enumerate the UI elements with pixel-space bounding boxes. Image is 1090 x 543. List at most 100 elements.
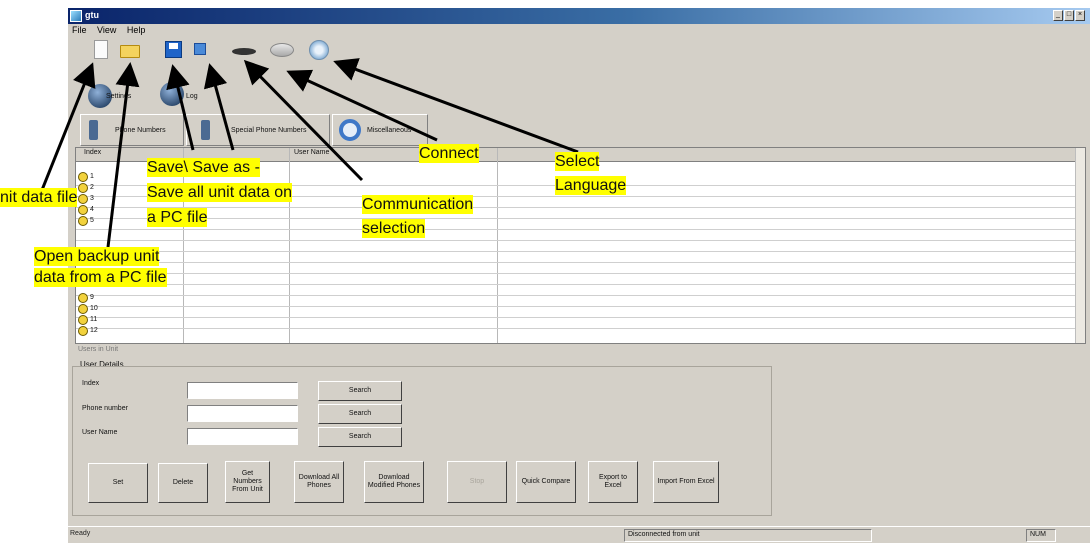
- row-index[interactable]: 1: [90, 173, 94, 180]
- grid-footer-label: Users in Unit: [78, 346, 119, 353]
- import-from-excel-button[interactable]: Import From Excel: [653, 461, 719, 503]
- menu-view[interactable]: View: [93, 24, 120, 36]
- annotation-comm-line-1: Communication: [362, 195, 474, 214]
- row-index[interactable]: 4: [90, 206, 94, 213]
- menu-help[interactable]: Help: [123, 24, 150, 36]
- annotation-language-line-2: Language: [555, 176, 627, 195]
- search-phone-button[interactable]: Search: [318, 404, 402, 424]
- column-divider: [289, 148, 290, 343]
- export-to-excel-button[interactable]: Export to Excel: [588, 461, 638, 503]
- minimize-icon[interactable]: _: [1053, 10, 1063, 21]
- maximize-icon[interactable]: □: [1064, 10, 1074, 21]
- log-label[interactable]: Log: [186, 93, 198, 100]
- row-divider: [76, 229, 1085, 230]
- annotation-open-line-1: Open backup unit: [34, 247, 160, 266]
- column-divider: [183, 148, 184, 343]
- phone-number-input[interactable]: [187, 405, 298, 422]
- get-numbers-from-unit-button[interactable]: Get Numbers From Unit: [225, 461, 270, 503]
- row-index[interactable]: 11: [90, 316, 97, 323]
- index-input[interactable]: [187, 382, 298, 399]
- status-connection: Disconnected from unit: [624, 529, 872, 542]
- row-divider: [76, 218, 1085, 219]
- download-all-phones-button[interactable]: Download All Phones: [294, 461, 344, 503]
- tab-label: Miscellaneous: [367, 127, 412, 134]
- new-file-button[interactable]: [88, 37, 114, 63]
- row-divider: [76, 251, 1085, 252]
- set-button[interactable]: Set: [88, 463, 148, 503]
- save-all-button[interactable]: [188, 37, 214, 63]
- gear-icon: [339, 119, 361, 141]
- annotation-save-line-1: Save\ Save as -: [147, 158, 260, 177]
- save-all-icon: [194, 43, 206, 55]
- phone-icon: [201, 120, 210, 140]
- log-icon[interactable]: [160, 82, 184, 106]
- annotation-open-line-2: data from a PC file: [34, 268, 167, 287]
- folder-open-icon: [120, 45, 140, 58]
- communication-icon: [232, 48, 256, 55]
- phone-icon: [89, 120, 98, 140]
- window-title: gtu: [85, 10, 99, 20]
- row-index[interactable]: 9: [90, 294, 94, 301]
- user-icon: [78, 326, 88, 336]
- delete-button[interactable]: Delete: [158, 463, 208, 503]
- user-icon: [78, 172, 88, 182]
- user-name-input[interactable]: [187, 428, 298, 445]
- status-num: NUM: [1026, 529, 1056, 542]
- tab-label: Special Phone Numbers: [231, 127, 307, 134]
- column-header-index[interactable]: Index: [84, 149, 101, 156]
- row-divider: [76, 273, 1085, 274]
- column-divider: [497, 148, 498, 343]
- search-name-button[interactable]: Search: [318, 427, 402, 447]
- user-icon: [78, 205, 88, 215]
- save-button[interactable]: [160, 37, 186, 63]
- grid-vertical-scrollbar[interactable]: [1075, 148, 1085, 343]
- communication-select-button[interactable]: [230, 37, 256, 63]
- user-icon: [78, 315, 88, 325]
- row-index[interactable]: 3: [90, 195, 94, 202]
- user-name-label: User Name: [82, 429, 118, 436]
- annotation-new-file: nit data file: [0, 188, 78, 207]
- row-divider: [76, 328, 1085, 329]
- close-icon[interactable]: ×: [1075, 10, 1085, 21]
- row-divider: [76, 295, 1085, 296]
- tab-special-phone-numbers[interactable]: Special Phone Numbers: [186, 114, 330, 146]
- annotation-save-line-3: a PC file: [147, 208, 208, 227]
- globe-icon: [309, 40, 329, 60]
- new-file-icon: [94, 40, 108, 59]
- row-index[interactable]: 10: [90, 305, 98, 312]
- connect-button[interactable]: [268, 37, 294, 63]
- menu-file[interactable]: File: [68, 24, 91, 36]
- status-bar: Ready Disconnected from unit NUM: [68, 526, 1090, 543]
- column-header-user-name[interactable]: User Name: [294, 149, 329, 156]
- tab-label: Phone Numbers: [115, 127, 166, 134]
- menu-bar: File View Help: [68, 24, 1090, 38]
- row-index[interactable]: 5: [90, 217, 94, 224]
- connect-icon: [270, 43, 294, 57]
- app-icon: [70, 10, 82, 22]
- tab-phone-numbers[interactable]: Phone Numbers: [80, 114, 184, 146]
- row-index[interactable]: 2: [90, 184, 94, 191]
- annotation-language-line-1: Select: [555, 152, 600, 171]
- user-icon: [78, 293, 88, 303]
- floppy-disk-icon: [165, 41, 182, 58]
- language-button[interactable]: [305, 37, 331, 63]
- title-bar[interactable]: gtu _ □ ×: [68, 8, 1090, 24]
- row-index[interactable]: 12: [90, 327, 98, 334]
- index-label: Index: [82, 380, 100, 387]
- user-icon: [78, 194, 88, 204]
- row-divider: [76, 240, 1085, 241]
- quick-compare-button[interactable]: Quick Compare: [516, 461, 576, 503]
- annotation-comm-line-2: selection: [362, 219, 426, 238]
- download-modified-phones-button[interactable]: Download Modified Phones: [364, 461, 424, 503]
- annotation-save-line-2: Save all unit data on: [147, 183, 292, 202]
- status-ready: Ready: [70, 530, 91, 537]
- tab-miscellaneous[interactable]: Miscellaneous: [332, 114, 428, 146]
- row-divider: [76, 306, 1085, 307]
- search-index-button[interactable]: Search: [318, 381, 402, 401]
- phone-number-label: Phone number: [82, 405, 128, 412]
- open-file-button[interactable]: [117, 37, 143, 63]
- annotation-connect: Connect: [419, 144, 479, 163]
- row-divider: [76, 284, 1085, 285]
- user-icon: [78, 304, 88, 314]
- settings-label[interactable]: Settings: [106, 93, 131, 100]
